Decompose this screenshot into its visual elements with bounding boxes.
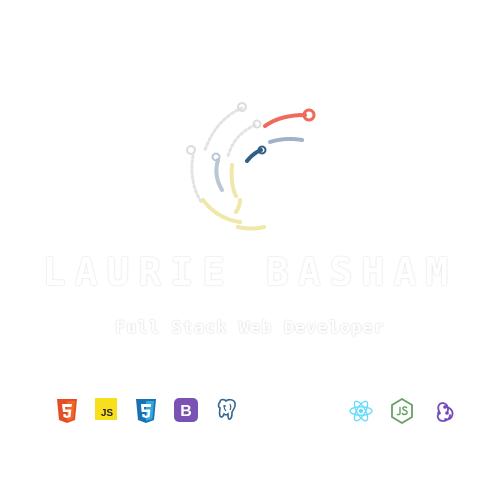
logo-arc-steel	[268, 136, 304, 144]
redux-icon	[436, 402, 454, 422]
logo-arc-gray-outer	[203, 106, 244, 152]
logo-arc-gray-mid	[226, 123, 257, 158]
logo-arc-red	[263, 113, 307, 128]
logo-graphic	[186, 102, 316, 231]
nodejs-icon	[391, 398, 414, 424]
logo-arc-butter-1	[229, 163, 238, 198]
javascript-icon-label: JS	[101, 408, 114, 419]
css3-icon	[135, 399, 156, 423]
logo-arc-butter-4	[234, 198, 242, 214]
logo-node-gray-left	[186, 145, 196, 155]
brand-name: LAURIE BASHAM	[42, 250, 458, 294]
logo-node-steel	[211, 152, 221, 162]
bootstrap-icon-label: B	[181, 403, 193, 420]
logo-arc-butter-3	[236, 225, 266, 231]
logo-arc-steel-down	[214, 158, 224, 192]
tech-stack-left: JS B	[55, 398, 251, 428]
html5-icon	[57, 399, 77, 423]
react-icon	[349, 400, 373, 422]
postgresql-icon	[217, 398, 236, 420]
bootstrap-icon: B	[174, 398, 199, 422]
javascript-icon: JS	[95, 398, 118, 420]
brand-tagline: Full Stack Web Developer	[115, 318, 385, 338]
tech-stack-right	[348, 398, 469, 428]
logo-node-red	[302, 108, 316, 122]
logo-arc-gray-inner	[190, 154, 204, 205]
